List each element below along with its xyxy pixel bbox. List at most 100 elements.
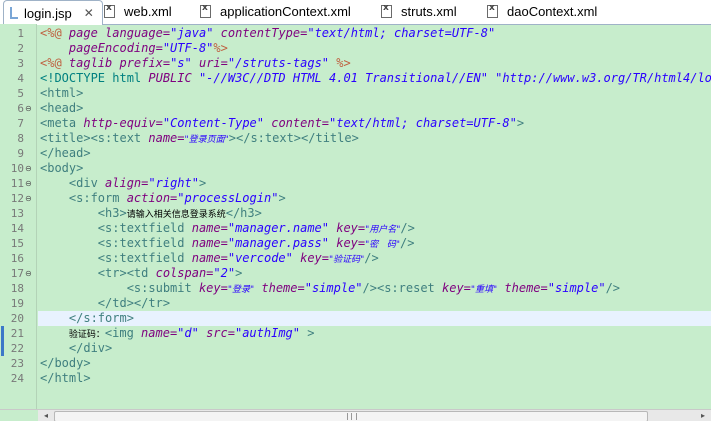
code-token: </div> <box>40 341 113 355</box>
code-token: src= <box>198 326 235 340</box>
code-token: pageEncoding= <box>40 41 163 55</box>
tab-label: struts.xml <box>401 4 457 19</box>
code-token: <!DOCTYPE html <box>40 71 149 85</box>
code-token: <div <box>40 176 106 190</box>
fold-toggle-icon[interactable]: ⊖ <box>25 266 32 281</box>
line-number: 8 <box>17 132 24 145</box>
code-token: "text/html; charset=UTF-8" <box>307 26 496 40</box>
line-number-gutter[interactable]: 1 2 3 4 5 6 ⊖ 7 8 9 10 ⊖ 11 ⊖ 12 ⊖ 13 14… <box>0 24 37 409</box>
tab-applicationcontext-xml[interactable]: applicationContext.xml <box>200 0 351 23</box>
line-number: 18 <box>10 282 24 295</box>
code-token: content= <box>264 116 330 130</box>
code-token: ></s:text></title> <box>228 131 359 145</box>
tab-struts-xml[interactable]: struts.xml <box>381 0 457 23</box>
line-number: 7 <box>17 117 24 130</box>
code-token: > <box>300 326 315 340</box>
tab-label: applicationContext.xml <box>220 4 351 19</box>
fold-toggle-icon[interactable]: ⊖ <box>25 161 32 176</box>
tab-label: web.xml <box>124 4 172 19</box>
code-line: </body> <box>40 356 91 371</box>
code-token: "重填" <box>470 285 498 295</box>
code-token: </html> <box>40 371 91 385</box>
code-line: <body> <box>40 161 83 176</box>
line-number: 11 <box>10 177 24 190</box>
code-token: contentType= <box>213 26 308 40</box>
code-token: "text/html; charset=UTF-8" <box>329 116 517 130</box>
line-number: 10 <box>10 162 24 175</box>
code-token: "登录" <box>227 285 255 295</box>
code-token: /> <box>400 236 415 250</box>
code-token: <h3> <box>40 206 127 220</box>
code-token: /><s:reset <box>362 281 442 295</box>
line-number: 2 <box>17 42 24 55</box>
code-token: </head> <box>40 146 91 160</box>
tab-login-jsp[interactable]: login.jsp ✕ <box>3 0 103 25</box>
line-number: 23 <box>10 357 24 370</box>
code-line: pageEncoding="UTF-8"%> <box>40 41 228 56</box>
code-token: "manager.name" <box>227 221 329 235</box>
line-number: 22 <box>10 342 24 355</box>
code-line: <meta http-equiv="Content-Type" content=… <box>40 116 524 131</box>
code-token: "密 码" <box>365 240 400 250</box>
code-token: <head> <box>40 101 84 115</box>
gutter-footer <box>0 409 38 421</box>
tab-daocontext-xml[interactable]: daoContext.xml <box>487 0 597 23</box>
horizontal-scrollbar[interactable]: ◂ ▸ <box>38 409 711 421</box>
code-line: <s:textfield name="manager.name" key="用户… <box>40 221 415 236</box>
code-token: "processLogin" <box>177 191 279 205</box>
code-line: <s:textfield name="vercode" key="验证码"/> <box>40 251 379 266</box>
code-line: <%@ page language="java" contentType="te… <box>40 26 495 41</box>
xml-file-icon <box>200 3 211 18</box>
code-line: </td></tr> <box>40 296 170 311</box>
code-token: key= <box>198 281 228 295</box>
code-token: <title><s:text <box>40 131 149 145</box>
code-token: page <box>61 26 106 40</box>
code-token: name= <box>191 221 228 235</box>
code-token: </h3> <box>225 206 262 220</box>
code-token: "vercode" <box>227 251 293 265</box>
code-token: <body> <box>40 161 84 175</box>
code-token: "UTF-8" <box>162 41 214 55</box>
code-token: "Content-Type" <box>162 116 264 130</box>
code-token: "登录页面" <box>184 135 229 145</box>
line-number: 6 <box>17 102 24 115</box>
fold-toggle-icon[interactable]: ⊖ <box>25 176 32 191</box>
tab-label: daoContext.xml <box>507 4 598 19</box>
tab-web-xml[interactable]: web.xml <box>104 0 172 23</box>
code-line: <title><s:text name="登录页面"></s:text></ti… <box>40 131 359 146</box>
fold-toggle-icon[interactable]: ⊖ <box>25 101 32 116</box>
code-token: key= <box>329 236 366 250</box>
code-token: PUBLIC <box>148 71 199 85</box>
line-number: 1 <box>17 27 24 40</box>
code-token: "manager.pass" <box>227 236 329 250</box>
code-token: > <box>198 176 207 190</box>
code-token: <s:textfield <box>40 236 192 250</box>
code-token: taglib <box>61 56 120 70</box>
current-code-line: </s:form> <box>38 311 711 326</box>
code-token: language= <box>105 26 171 40</box>
line-number: 9 <box>17 147 24 160</box>
scroll-left-icon[interactable]: ◂ <box>40 411 52 421</box>
code-line: <div align="right"> <box>40 176 206 191</box>
code-text-area[interactable]: <%@ page language="java" contentType="te… <box>38 24 711 409</box>
code-token: 请输入相关信息登录系统 <box>126 210 226 220</box>
code-token: <tr><td <box>40 266 156 280</box>
line-number: 19 <box>10 297 24 310</box>
code-token: "simple" <box>547 281 606 295</box>
scroll-right-icon[interactable]: ▸ <box>697 411 709 421</box>
code-token: <meta <box>40 116 84 130</box>
line-number: 16 <box>10 252 24 265</box>
code-line: <!DOCTYPE html PUBLIC "-//W3C//DTD HTML … <box>40 71 711 86</box>
code-token: </td></tr> <box>40 296 171 310</box>
line-number: 12 <box>10 192 24 205</box>
close-icon[interactable]: ✕ <box>84 6 94 20</box>
code-line: </html> <box>40 371 91 386</box>
code-token: <img <box>104 326 142 340</box>
grip-icon <box>347 413 357 420</box>
fold-toggle-icon[interactable]: ⊖ <box>25 191 32 206</box>
code-token: "http://www.w3.org/TR/html4/loose <box>487 71 711 85</box>
line-number: 15 <box>10 237 24 250</box>
scrollbar-thumb[interactable] <box>54 411 648 421</box>
code-line: <%@ taglib prefix="s" uri="/struts-tags"… <box>40 56 351 71</box>
tab-label: login.jsp <box>24 5 72 21</box>
